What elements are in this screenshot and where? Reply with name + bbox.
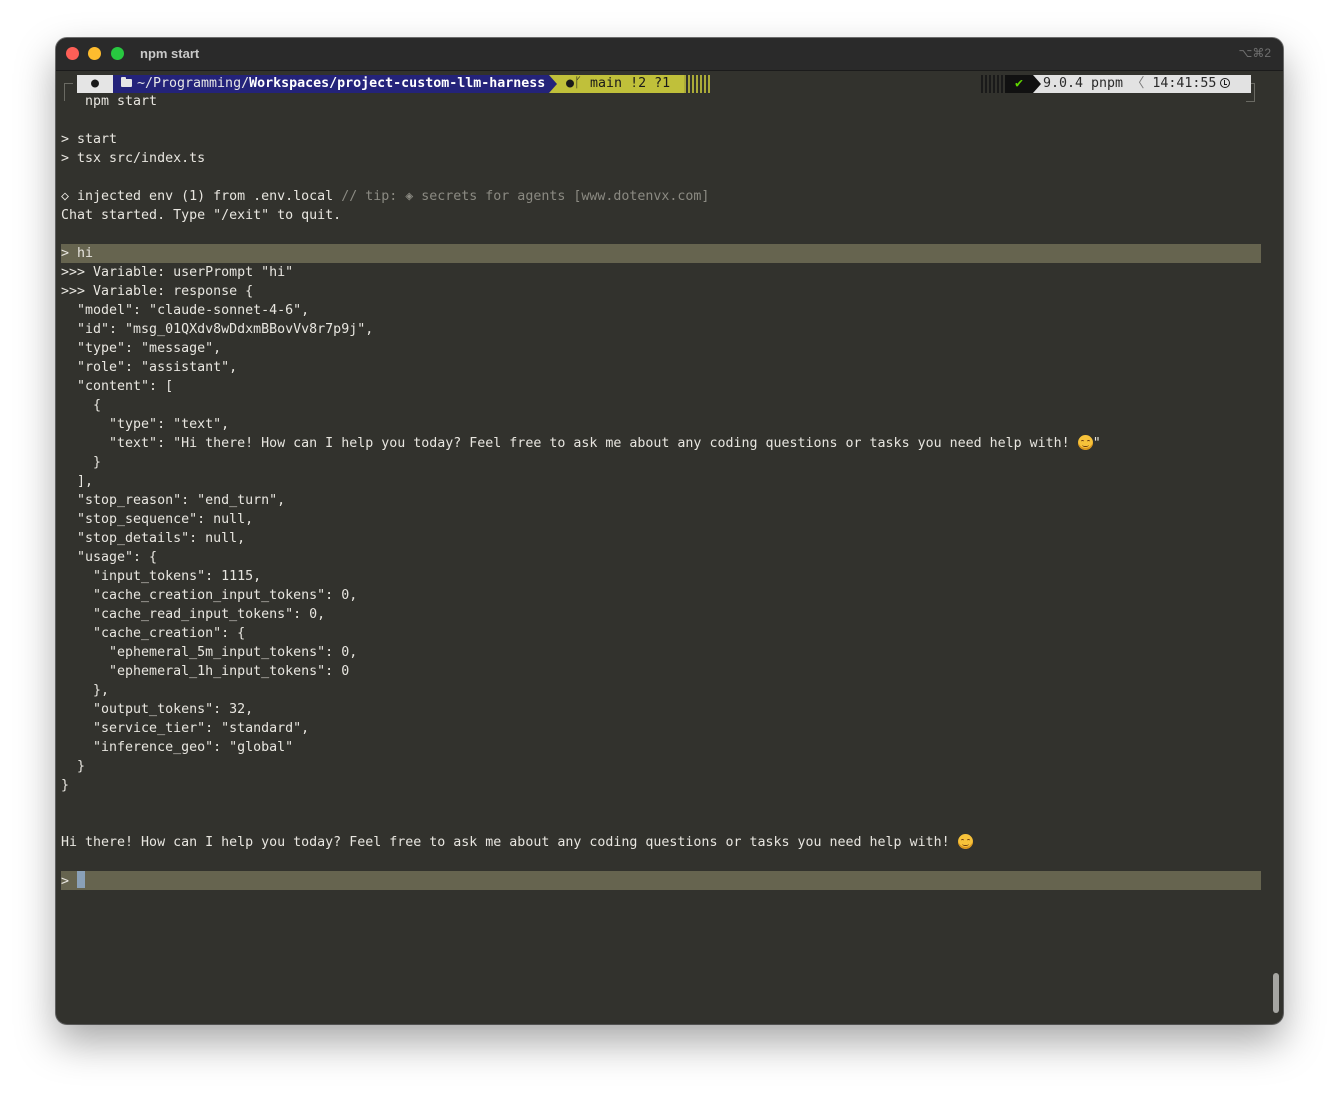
json-text-closing: "	[1092, 436, 1101, 451]
json-line: "input_tokens": 1115,	[61, 569, 262, 584]
json-line: "stop_reason": "end_turn",	[61, 493, 286, 508]
json-line: "service_tier": "standard",	[61, 721, 310, 736]
clock-icon	[1220, 78, 1231, 88]
smiling-face-icon	[957, 834, 973, 849]
user-input-highlight	[61, 244, 1261, 263]
script-line-1: > start	[61, 132, 118, 147]
path-current: Workspaces/project-custom-llm-harness	[249, 76, 546, 91]
json-line: }	[61, 455, 102, 470]
json-line: }	[61, 759, 86, 774]
json-line: ],	[61, 474, 94, 489]
json-line: },	[61, 683, 110, 698]
assistant-reply: Hi there! How can I help you today? Feel…	[61, 835, 958, 850]
minimize-button[interactable]	[88, 47, 101, 60]
title-bar: npm start ⌥⌘2	[56, 38, 1283, 71]
ok-arrow-separator	[1033, 75, 1041, 93]
json-line: "stop_sequence": null,	[61, 512, 254, 527]
json-line: "output_tokens": 32,	[61, 702, 254, 717]
prompt-time: 14:41:55	[1152, 76, 1217, 91]
json-line: "type": "message",	[61, 341, 222, 356]
chat-input[interactable]: >	[61, 871, 86, 890]
json-text-line: "text": "Hi there! How can I help you to…	[61, 434, 1101, 453]
json-line: "ephemeral_1h_input_tokens": 0	[61, 664, 350, 679]
close-button[interactable]	[66, 47, 79, 60]
json-line: "ephemeral_5m_input_tokens": 0,	[61, 645, 358, 660]
input-highlight	[61, 871, 1261, 890]
json-line: "id": "msg_01QXdv8wDdxmBBovVv8r7p9j",	[61, 322, 374, 337]
path-prefix: ~/Programming/	[137, 76, 250, 91]
user-input-line: > hi	[61, 246, 94, 261]
input-prompt: >	[61, 874, 78, 889]
zoom-button[interactable]	[111, 47, 124, 60]
json-line: "cache_read_input_tokens": 0,	[61, 607, 326, 622]
dither-left	[684, 75, 712, 93]
json-text-value: "text": "Hi there! How can I help you to…	[61, 436, 1078, 451]
github-icon: ●	[566, 76, 575, 91]
ok-check-icon: ✔	[1005, 75, 1033, 93]
json-line: "cache_creation": {	[61, 626, 246, 641]
json-line: {	[61, 398, 102, 413]
json-line: "type": "text",	[61, 417, 230, 432]
chat-started-line: Chat started. Type "/exit" to quit.	[61, 208, 342, 223]
git-status: !2 ?1	[630, 76, 671, 91]
dither-right	[979, 75, 1005, 93]
assistant-reply-line: Hi there! How can I help you today? Feel…	[61, 833, 973, 852]
path-arrow-separator	[549, 75, 557, 93]
json-line: "usage": {	[61, 550, 158, 565]
env-line: ◇ injected env (1) from .env.local // ti…	[61, 187, 709, 206]
json-line: "inference_geo": "global"	[61, 740, 294, 755]
status-segment: 9.0.4 pnpm 〈 14:41:55	[1033, 75, 1251, 93]
scrollbar[interactable]	[1273, 973, 1279, 1013]
script-line-2: > tsx src/index.ts	[61, 151, 206, 166]
window-title: npm start	[140, 46, 200, 61]
command-line: npm start	[85, 94, 158, 109]
variable-user-prompt: >>> Variable: userPrompt "hi"	[61, 265, 294, 280]
pnpm-version: 9.0.4 pnpm	[1043, 76, 1124, 91]
window-shortcut: ⌥⌘2	[1238, 46, 1271, 60]
git-segment: ●ᚴ main !2 ?1	[556, 75, 684, 93]
variable-response: >>> Variable: response {	[61, 284, 254, 299]
apple-icon: ●	[77, 75, 113, 93]
text-cursor	[77, 871, 86, 888]
json-line: "role": "assistant",	[61, 360, 238, 375]
env-tip: // tip: ◈ secrets for agents [www.dotenv…	[333, 189, 710, 204]
prompt-bar: ● ~/Programming/Workspaces/project-custo…	[61, 75, 1261, 93]
json-line: "stop_details": null,	[61, 531, 246, 546]
json-line: "content": [	[61, 379, 174, 394]
branch-icon: ᚴ	[574, 76, 582, 91]
terminal-window: npm start ⌥⌘2 ● ~/Programming/Workspaces…	[56, 38, 1283, 1024]
env-message: ◇ injected env (1) from .env.local	[61, 189, 334, 204]
git-branch: main	[590, 76, 623, 91]
folder-icon	[121, 77, 132, 87]
path-segment: ~/Programming/Workspaces/project-custom-…	[113, 75, 549, 93]
json-line: }	[61, 778, 70, 793]
json-line: "cache_creation_input_tokens": 0,	[61, 588, 358, 603]
status-separator: 〈	[1131, 76, 1145, 91]
json-line: "model": "claude-sonnet-4-6",	[61, 303, 310, 318]
smiling-face-icon	[1077, 435, 1093, 450]
